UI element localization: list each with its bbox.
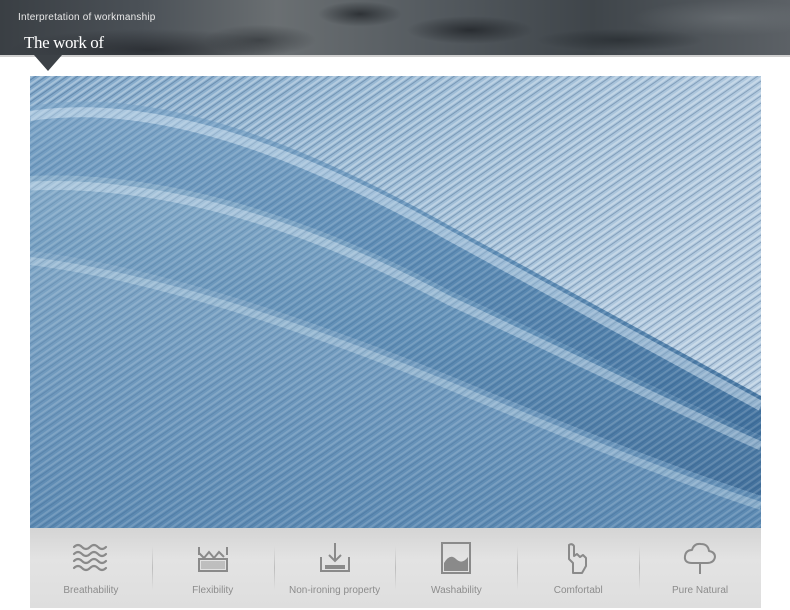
tree-icon [683,542,717,574]
header-subtitle: Interpretation of workmanship [18,12,156,23]
feature-label: Breathability [63,585,119,596]
banner-background [0,0,790,55]
feature-label: Comfortabl [553,585,603,596]
header-divider [0,55,790,57]
feature-non-ironing: Non-ironing property [273,528,396,608]
feature-breathability: Breathability [30,528,152,608]
feature-label: Washability [431,585,482,596]
waves-icon [72,543,108,572]
wash-icon [441,542,472,574]
feature-label: Flexibility [192,585,234,596]
no-iron-icon [319,543,350,572]
feature-label: Non-ironing property [288,585,381,596]
denim-fabric-photo [30,76,761,528]
feature-strip: Breathability Flexibility Non-ironing pr… [30,528,761,608]
header-title: The work of [24,33,104,52]
header-banner: Interpretation of workmanship The work o… [0,0,790,55]
feature-flexibility: Flexibility [151,528,274,608]
feature-washability: Washability [395,528,517,608]
feature-label: Pure Natural [671,585,729,596]
header-pointer [34,55,62,71]
feature-comfortable: Comfortabl [517,528,639,608]
feature-pure-natural: Pure Natural [639,528,761,608]
stretch-icon [197,547,228,572]
denim-fabric-image [30,76,761,528]
hand-icon [568,543,588,574]
